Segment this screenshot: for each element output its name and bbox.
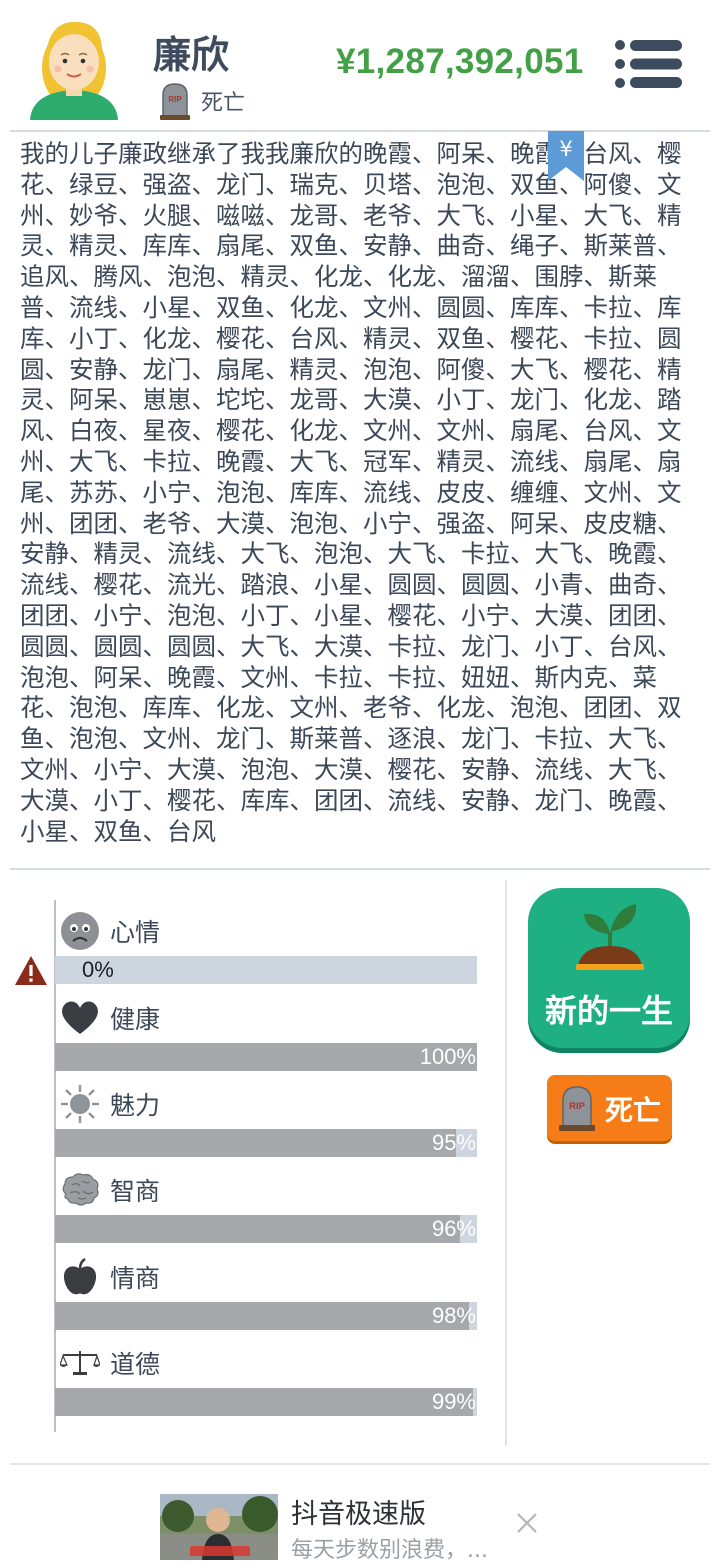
iq-bar-fill xyxy=(55,1215,461,1243)
health-bar: 100% xyxy=(55,1043,477,1071)
eq-value: 98% xyxy=(431,1303,476,1328)
close-icon[interactable] xyxy=(514,1510,540,1536)
yen-bookmark-icon: ¥ xyxy=(548,131,584,181)
stat-label: 心情 xyxy=(110,918,161,947)
avatar[interactable] xyxy=(26,8,122,120)
stat-health: 健康 100% xyxy=(55,998,480,1071)
eq-bar-fill xyxy=(55,1302,469,1330)
svg-text:RIP: RIP xyxy=(569,1101,586,1112)
menu-icon[interactable] xyxy=(614,38,684,90)
new-life-label: 新的一生 xyxy=(544,992,673,1030)
stat-label: 情商 xyxy=(110,1264,161,1293)
story-divider xyxy=(10,868,710,870)
story-text: 我的儿子廉政继承了我我廉欣的晚霞、阿呆、晚霞、台风、樱花、绿豆、强盗、龙门、瑞克… xyxy=(20,139,682,846)
ad-thumbnail-image xyxy=(160,1494,278,1560)
stat-label: 健康 xyxy=(110,1005,161,1034)
header: 廉欣 RIP 死亡 ¥1,287,392,051 xyxy=(0,0,720,130)
character-name: 廉欣 xyxy=(153,33,230,77)
morality-bar: 99% xyxy=(55,1388,477,1416)
die-label: 死亡 xyxy=(605,1094,662,1127)
stat-label: 魅力 xyxy=(110,1091,161,1120)
brain-icon xyxy=(62,1173,99,1206)
sad-face-icon xyxy=(61,912,99,950)
tombstone-icon: RIP xyxy=(559,1086,595,1131)
status-label: 死亡 xyxy=(201,91,246,116)
charm-bar: 95% xyxy=(55,1129,477,1157)
ad-description: 每天步数别浪费，... xyxy=(291,1538,488,1563)
charm-bar-fill xyxy=(55,1129,456,1157)
health-value: 100% xyxy=(419,1044,476,1069)
eq-bar: 98% xyxy=(55,1302,477,1330)
charm-value: 95% xyxy=(431,1130,476,1155)
heart-icon xyxy=(62,1001,98,1034)
stat-mood: 心情 0% xyxy=(55,911,480,984)
ad-title[interactable]: 抖音极速版 xyxy=(291,1492,426,1531)
stat-charm: 魅力 95% xyxy=(55,1084,480,1157)
apple-icon xyxy=(63,1257,97,1295)
new-life-button[interactable]: 新的一生 xyxy=(528,888,690,1048)
morality-bar-fill xyxy=(55,1388,473,1416)
iq-bar: 96% xyxy=(55,1215,477,1243)
scales-icon xyxy=(60,1351,100,1375)
svg-text:RIP: RIP xyxy=(168,95,182,104)
stats-divider xyxy=(505,880,507,1446)
iq-value: 96% xyxy=(431,1216,476,1241)
stat-eq: 情商 98% xyxy=(55,1257,480,1330)
health-bar-fill xyxy=(55,1043,477,1071)
morality-value: 99% xyxy=(431,1389,476,1414)
svg-text:¥: ¥ xyxy=(559,137,572,161)
ad-divider xyxy=(10,1463,710,1465)
life-story[interactable]: 我的儿子廉政继承了我我廉欣的晚霞、阿呆、晚霞、台风、樱花、绿豆、强盗、龙门、瑞克… xyxy=(20,139,688,858)
stat-morality: 道德 99% xyxy=(55,1343,480,1416)
warning-icon xyxy=(15,956,47,985)
stat-label: 智商 xyxy=(110,1177,161,1206)
mood-bar: 0% xyxy=(55,956,477,984)
mood-value: 0% xyxy=(82,957,114,982)
stat-iq: 智商 96% xyxy=(55,1170,480,1243)
sprout-icon xyxy=(576,904,644,970)
money-balance: ¥1,287,392,051 xyxy=(336,42,584,81)
stat-label: 道德 xyxy=(110,1350,161,1379)
header-divider xyxy=(10,130,710,132)
life-status: RIP 死亡 xyxy=(158,82,245,120)
sun-icon xyxy=(61,1085,99,1123)
ad-thumbnail[interactable] xyxy=(160,1494,278,1560)
tombstone-icon: RIP xyxy=(160,83,190,120)
die-button[interactable]: RIP 死亡 xyxy=(547,1075,672,1141)
